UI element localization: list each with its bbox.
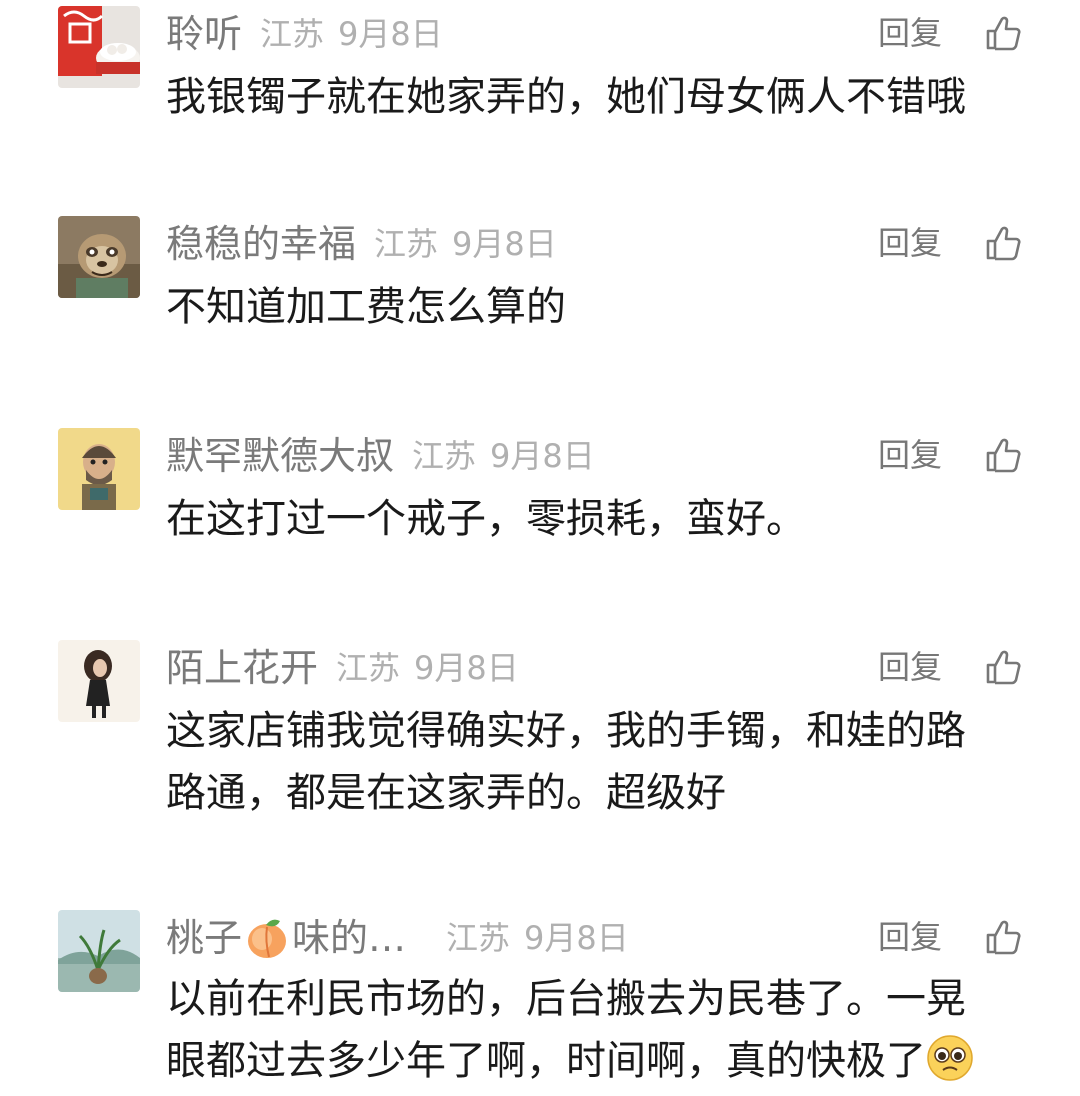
- thumbs-up-icon[interactable]: [984, 648, 1022, 686]
- avatar[interactable]: [58, 910, 140, 992]
- comment-text: 不知道加工费怎么算的: [166, 284, 566, 330]
- thumbs-up-icon[interactable]: [984, 918, 1022, 956]
- comment-meta: 桃子 味的… 江苏 9月8日: [166, 912, 629, 962]
- pleading-face-emoji-icon: [926, 1034, 974, 1082]
- region: 江苏: [446, 918, 511, 957]
- region: 江苏: [260, 14, 325, 53]
- comment-text: 这家店铺我觉得确实好，我的手镯，和娃的路路通，都是在这家弄的。超级好: [166, 708, 966, 816]
- username-truncated[interactable]: 味的…: [292, 913, 406, 963]
- peach-emoji-icon: [244, 915, 290, 961]
- region: 江苏: [374, 224, 439, 263]
- date: 9月8日: [524, 918, 629, 957]
- avatar[interactable]: [58, 216, 140, 298]
- comment-meta: 稳稳的幸福 江苏 9月8日: [166, 218, 557, 268]
- username[interactable]: 稳稳的幸福: [166, 219, 356, 269]
- comment-text: 我银镯子就在她家弄的，她们母女俩人不错哦: [166, 74, 966, 120]
- reply-button[interactable]: 回复: [878, 8, 942, 58]
- date: 9月8日: [414, 648, 519, 687]
- username[interactable]: 默罕默德大叔: [166, 431, 394, 481]
- comment-meta: 聆听 江苏 9月8日: [166, 8, 443, 58]
- comment-meta: 陌上花开 江苏 9月8日: [166, 642, 519, 692]
- username[interactable]: 桃子: [166, 913, 242, 963]
- avatar[interactable]: [58, 640, 140, 722]
- region: 江苏: [412, 436, 477, 475]
- reply-button[interactable]: 回复: [878, 642, 942, 692]
- comment-meta: 默罕默德大叔 江苏 9月8日: [166, 430, 595, 480]
- date: 9月8日: [338, 14, 443, 53]
- username[interactable]: 聆听: [166, 9, 242, 59]
- reply-button[interactable]: 回复: [878, 430, 942, 480]
- comment-text-body: 以前在利民市场的，后台搬去为民巷了。一晃眼都过去多少年了啊，时间啊，真的快极了: [166, 976, 966, 1084]
- avatar[interactable]: [58, 428, 140, 510]
- date: 9月8日: [452, 224, 557, 263]
- date: 9月8日: [490, 436, 595, 475]
- thumbs-up-icon[interactable]: [984, 14, 1022, 52]
- comment-text: 以前在利民市场的，后台搬去为民巷了。一晃眼都过去多少年了啊，时间啊，真的快极了: [166, 968, 998, 1092]
- thumbs-up-icon[interactable]: [984, 224, 1022, 262]
- thumbs-up-icon[interactable]: [984, 436, 1022, 474]
- avatar[interactable]: [58, 6, 140, 88]
- username[interactable]: 陌上花开: [166, 643, 318, 693]
- reply-button[interactable]: 回复: [878, 912, 942, 962]
- region: 江苏: [336, 648, 401, 687]
- comment-text: 在这打过一个戒子，零损耗，蛮好。: [166, 496, 806, 542]
- reply-button[interactable]: 回复: [878, 218, 942, 268]
